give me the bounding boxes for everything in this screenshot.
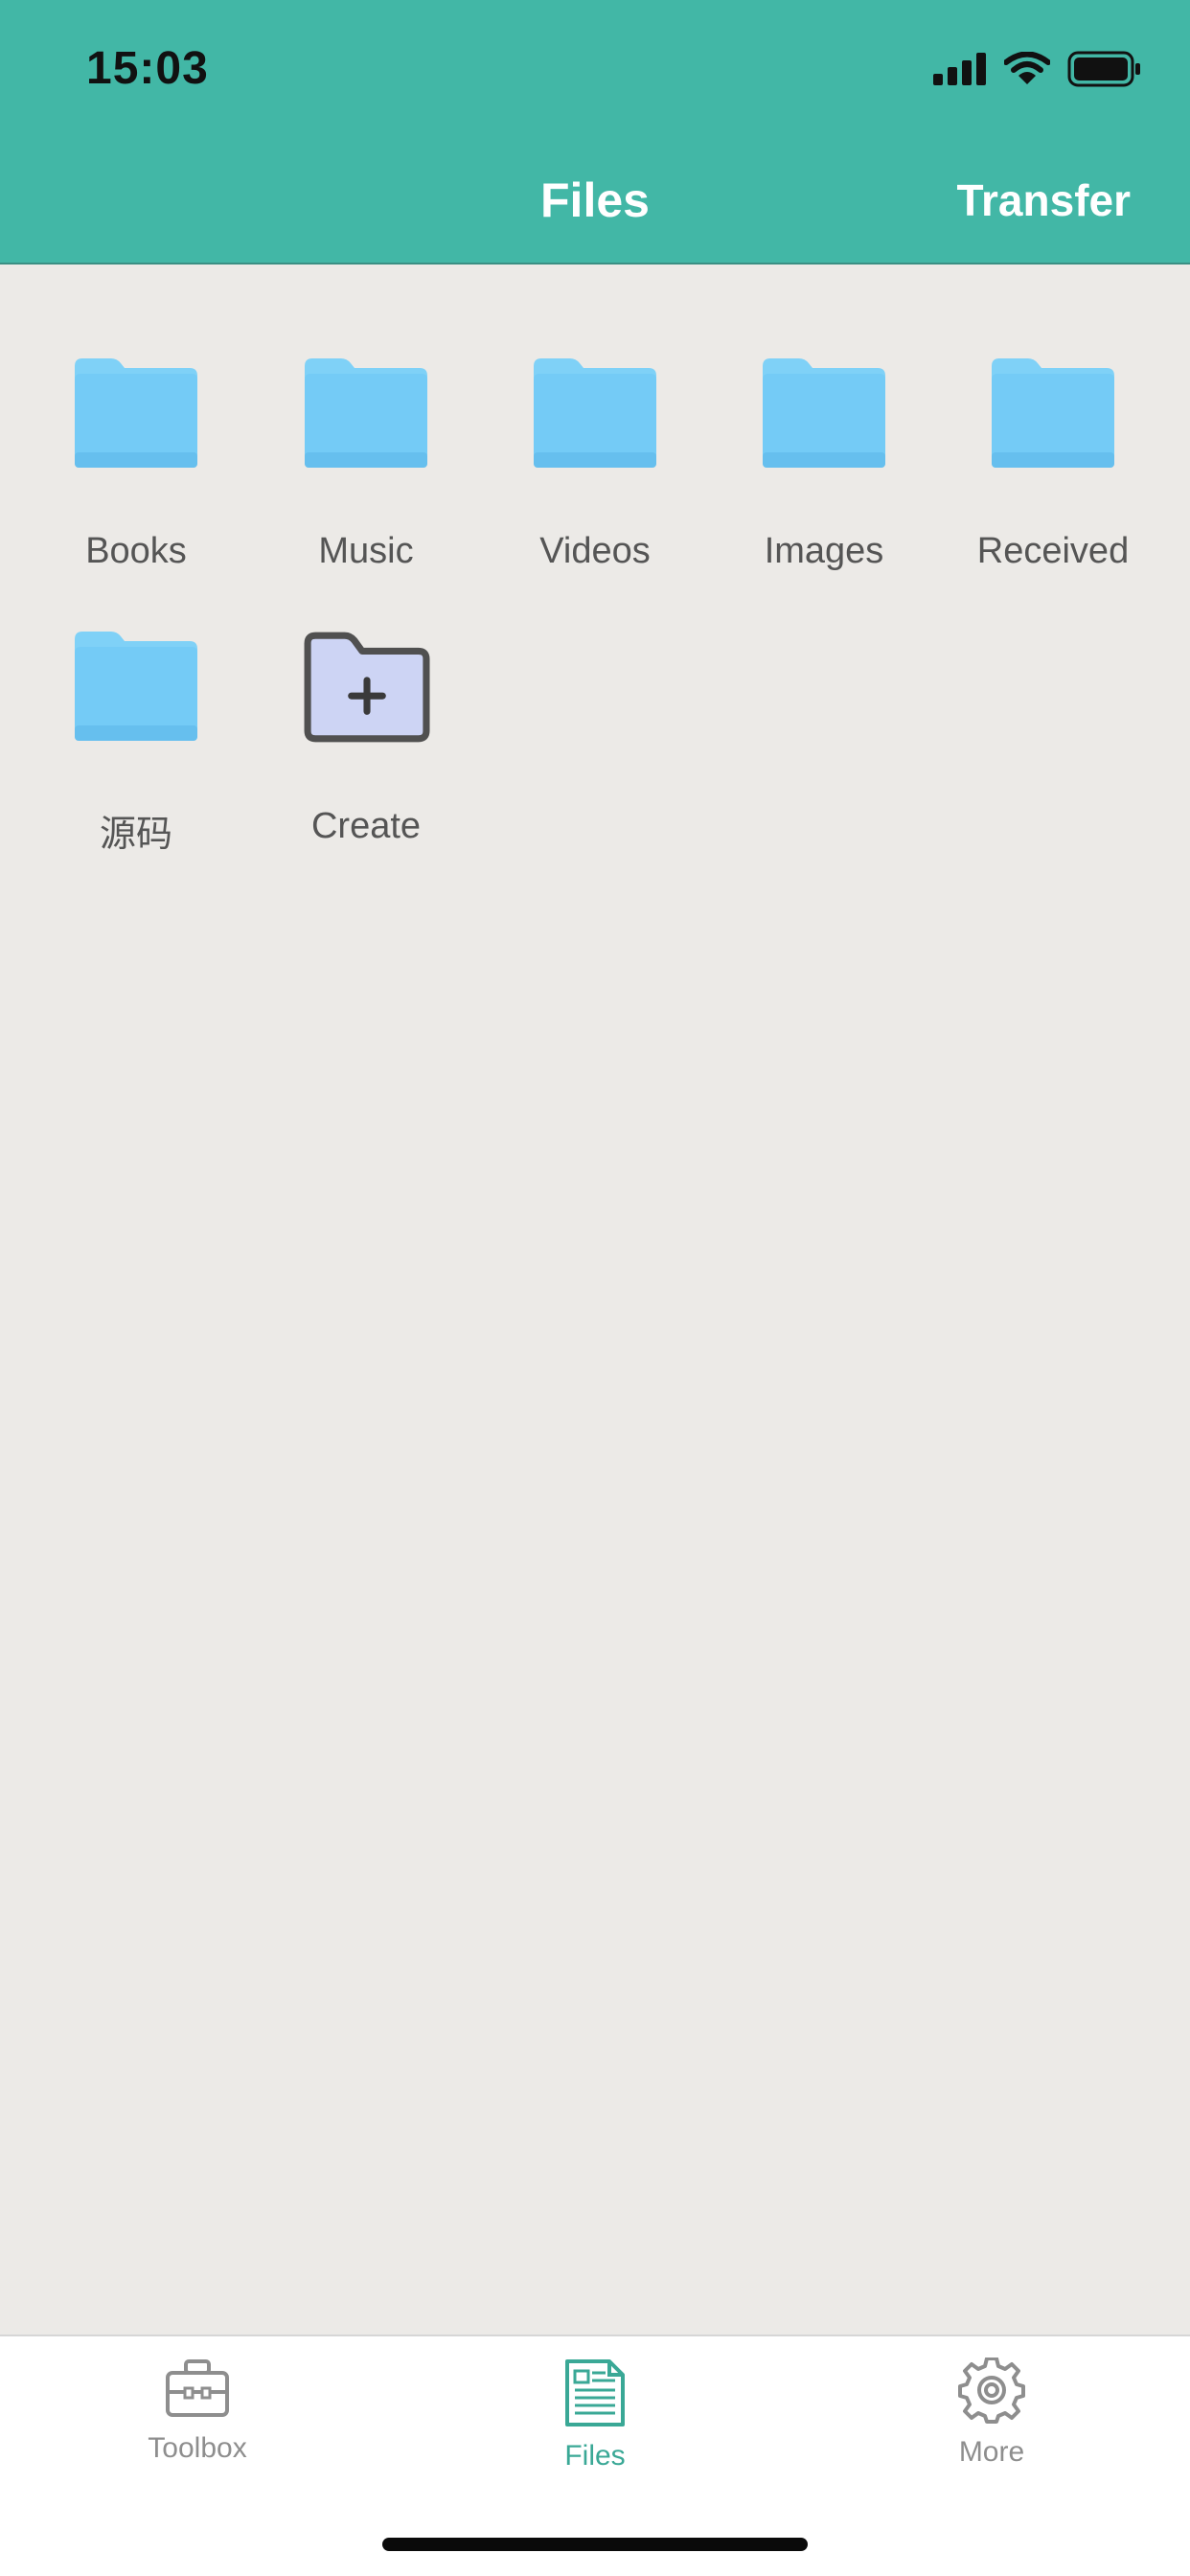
wifi-icon [1003,51,1051,91]
folder-add-icon [304,632,430,743]
folder-icon [534,358,656,468]
folder-label: Books [85,531,187,571]
tab-files[interactable]: Files [480,2358,710,2472]
files-screen: 15:03 Files Transfer Books Music Videos … [0,0,1190,2576]
folder-videos[interactable]: Videos [490,356,700,572]
tab-label: Files [564,2440,626,2472]
tab-label: Toolbox [148,2432,247,2464]
transfer-button[interactable]: Transfer [956,174,1131,226]
toolbox-icon [166,2359,229,2417]
tab-more[interactable]: More [877,2358,1107,2469]
battery-icon [1067,51,1142,92]
tab-label: More [958,2436,1025,2468]
create-label: Create [310,806,422,846]
folder-label: Images [764,531,884,571]
folder-icon [992,358,1114,468]
home-indicator[interactable] [382,2538,808,2551]
folder-received[interactable]: Received [948,356,1158,572]
status-time: 15:03 [86,43,209,94]
folder-music[interactable]: Music [261,356,471,572]
create-folder-button[interactable]: Create [261,630,471,847]
signal-icon [933,52,987,90]
folder-books[interactable]: Books [31,356,241,572]
folder-label: Videos [539,531,651,571]
folder-label: 源码 [99,815,172,855]
status-icons [933,50,1142,92]
folder-images[interactable]: Images [719,356,929,572]
gear-icon [958,2358,1025,2424]
folder-source[interactable]: 源码 [31,630,241,857]
folder-icon [763,358,885,468]
tab-toolbox[interactable]: Toolbox [82,2358,312,2465]
folder-label: Music [318,531,414,571]
header: 15:03 Files Transfer [0,0,1190,264]
folder-icon [75,358,197,468]
folder-icon [75,632,197,741]
folder-icon [305,358,427,468]
folder-label: Received [976,531,1130,571]
document-icon [565,2359,625,2426]
